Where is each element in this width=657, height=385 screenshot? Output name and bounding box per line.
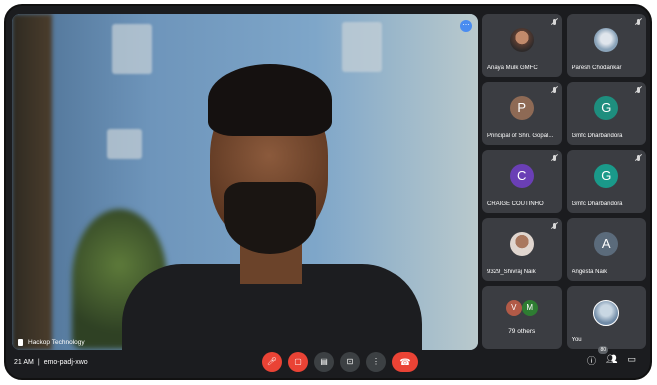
participant-tile[interactable]: 9329_Shivraj Naik xyxy=(482,218,562,281)
participant-tile[interactable]: Anaya Mulk GMFC xyxy=(482,14,562,77)
main-video-stage[interactable]: ⋯ Hackop Technology xyxy=(12,14,478,350)
info-icon[interactable]: ⓘ xyxy=(587,354,596,367)
participant-name: Paresh Chodankar xyxy=(571,65,622,71)
participant-name: Gmfc Dharbandora xyxy=(571,133,623,139)
participants-count-badge: 80 xyxy=(598,346,608,354)
avatar: A xyxy=(594,232,619,256)
mic-off-icon xyxy=(637,87,640,93)
separator: | xyxy=(37,358,40,366)
avatar: V xyxy=(505,300,522,316)
avatar: G xyxy=(594,96,619,120)
others-tile[interactable]: V M 79 others xyxy=(482,286,562,349)
meet-window: ⋯ Hackop Technology Anaya Mulk GMFC Pare… xyxy=(4,4,652,380)
avatar xyxy=(594,28,619,52)
mic-off-icon xyxy=(552,87,556,93)
side-panel-controls: ⓘ 👥︎ ▭ xyxy=(587,354,636,367)
captions-button[interactable]: ▤ xyxy=(314,352,334,372)
participant-tile[interactable]: G Gmfc Dharbandora xyxy=(566,82,646,145)
leave-call-button[interactable]: ☎︎ xyxy=(392,352,418,372)
presenter-label: Hackop Technology xyxy=(18,339,85,346)
participant-name: You xyxy=(571,337,582,343)
participant-tile[interactable]: G Gmfc Dharbandora xyxy=(566,150,646,213)
people-icon[interactable]: 👥︎ xyxy=(606,354,617,367)
participant-tile[interactable]: A Angesta Naik xyxy=(566,218,646,281)
participant-tile[interactable]: Paresh Chodankar xyxy=(566,14,646,77)
clock-time: 21 AM xyxy=(14,358,34,366)
participant-tile[interactable]: C CRAIGE COUTINHO xyxy=(482,150,562,213)
present-button[interactable]: ⊡ xyxy=(340,352,360,372)
mic-off-icon xyxy=(637,19,640,25)
participant-name: CRAIGE COUTINHO xyxy=(487,201,544,207)
mic-off-icon xyxy=(552,19,556,25)
more-options-button[interactable]: ⋮ xyxy=(366,352,386,372)
avatar xyxy=(509,28,534,52)
avatar: G xyxy=(594,164,619,188)
participant-name: Angesta Naik xyxy=(571,269,608,275)
meeting-code: emo-padj-xwo xyxy=(43,358,88,366)
camera-toggle-button[interactable]: ▢ xyxy=(288,352,308,372)
meeting-info: 21 AM | emo-padj-xwo xyxy=(14,359,88,366)
participant-name: Principal of Shri. Gopal... xyxy=(487,133,554,139)
mic-off-icon xyxy=(552,223,556,229)
bottom-control-bar: 21 AM | emo-padj-xwo 🎤︎ ▢ ▤ ⊡ ⋮ ☎︎ 80 ⓘ … xyxy=(6,346,650,378)
mic-toggle-button[interactable]: 🎤︎ xyxy=(262,352,282,372)
pin-icon xyxy=(18,339,23,346)
self-tile[interactable]: You xyxy=(566,286,646,349)
chat-icon[interactable]: ▭ xyxy=(627,354,636,367)
others-count: 79 others xyxy=(508,328,536,335)
avatar: M xyxy=(521,300,538,316)
participant-name: 9329_Shivraj Naik xyxy=(487,269,536,275)
participant-tile[interactable]: P Principal of Shri. Gopal... xyxy=(482,82,562,145)
mic-off-icon xyxy=(637,155,640,161)
avatar: P xyxy=(509,96,534,120)
avatar xyxy=(509,232,534,256)
participant-name: Gmfc Dharbandora xyxy=(571,201,623,207)
more-options-icon[interactable]: ⋯ xyxy=(460,20,472,32)
call-controls: 🎤︎ ▢ ▤ ⊡ ⋮ ☎︎ xyxy=(262,352,418,372)
others-avatars: V M xyxy=(505,300,538,316)
avatar: C xyxy=(509,164,534,188)
avatar xyxy=(593,300,620,326)
participant-grid: Anaya Mulk GMFC Paresh Chodankar P Princ… xyxy=(482,14,646,349)
participant-name: Anaya Mulk GMFC xyxy=(487,65,538,71)
mic-off-icon xyxy=(552,155,556,161)
